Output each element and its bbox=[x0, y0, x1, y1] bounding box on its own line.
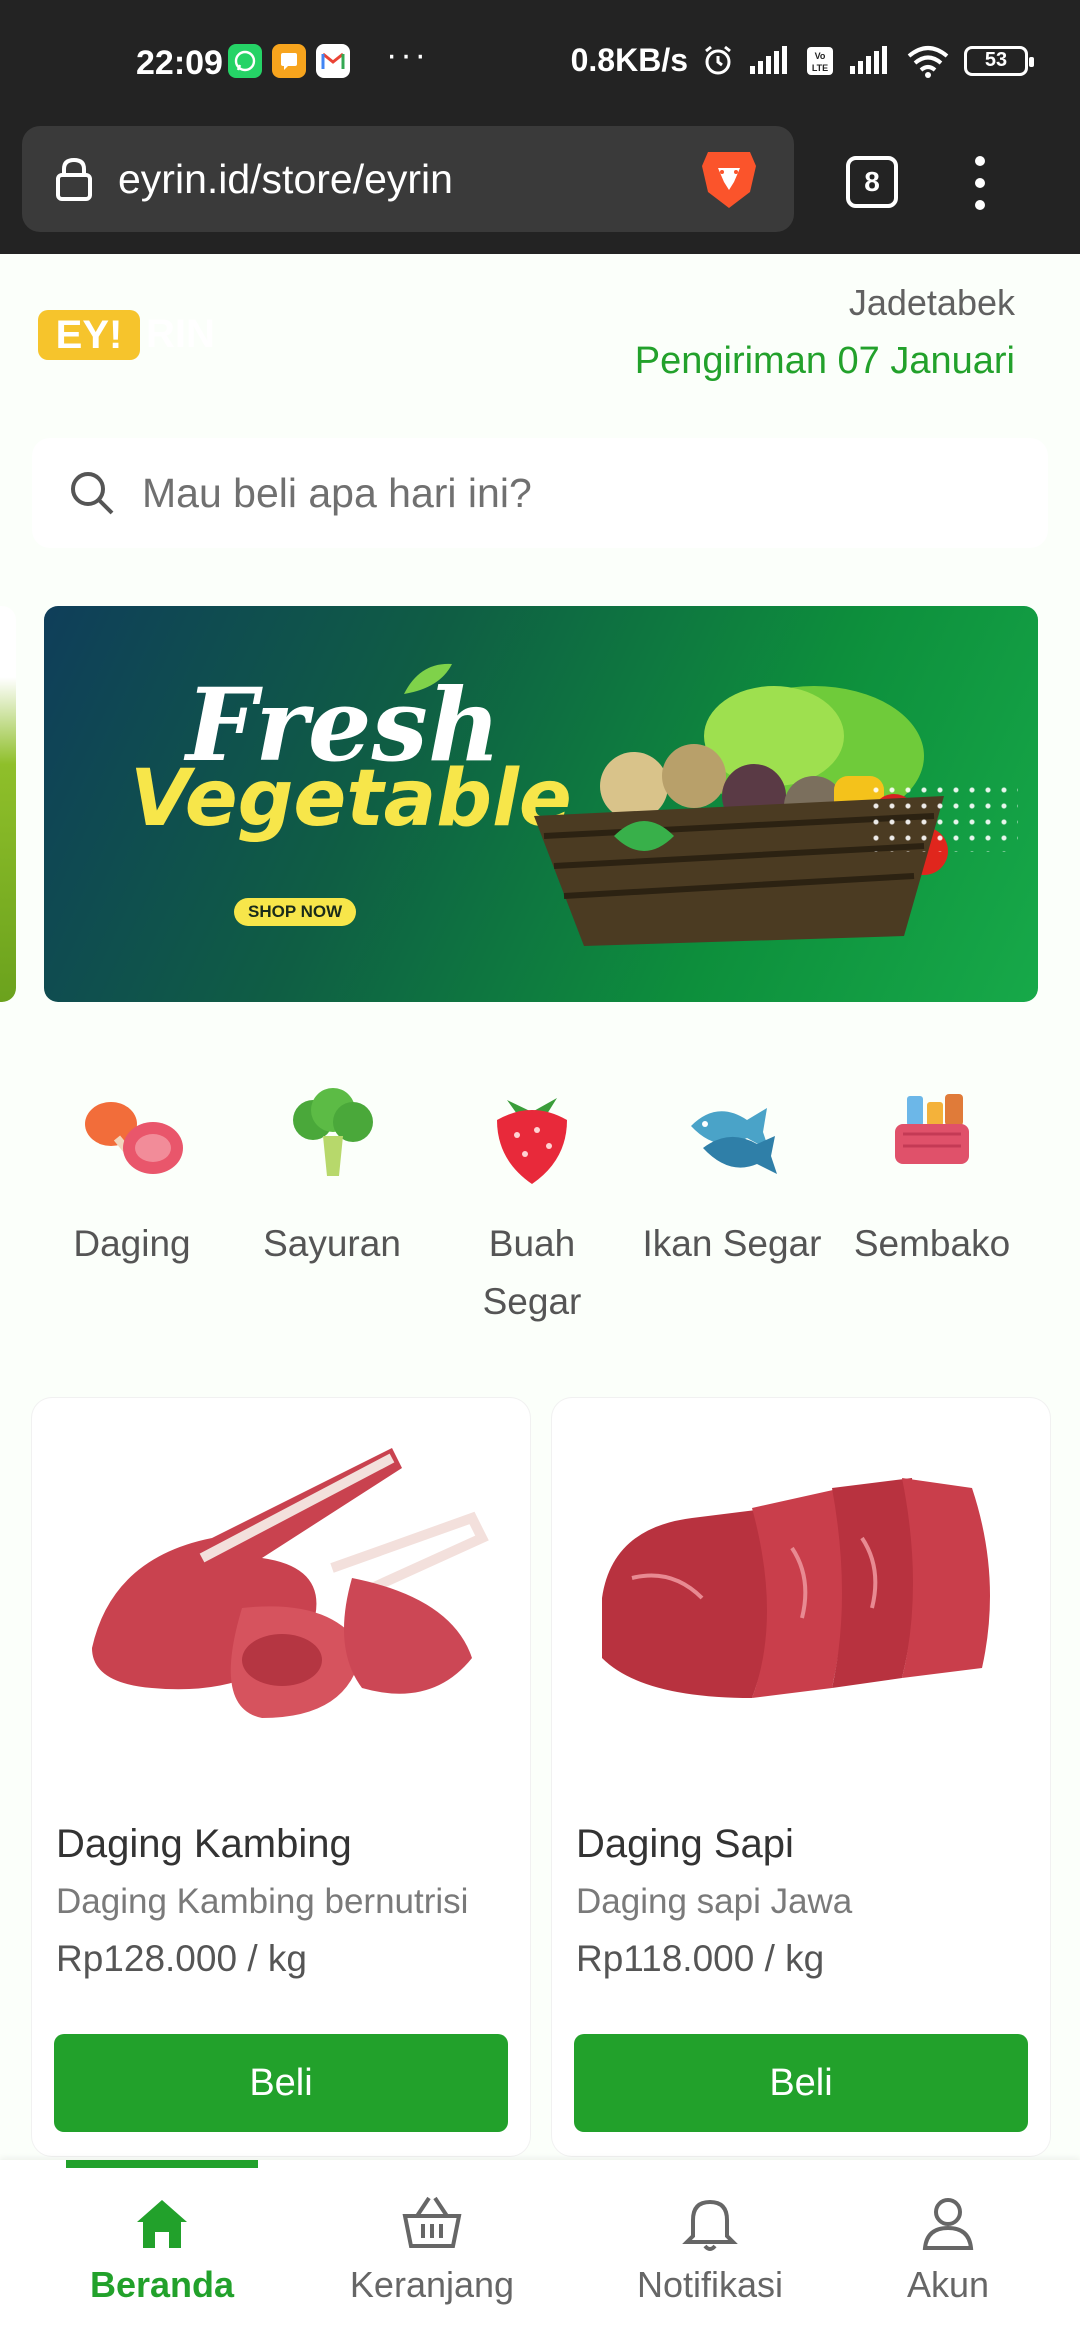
brave-lion-icon[interactable] bbox=[698, 146, 760, 212]
network-speed: 0.8KB/s bbox=[570, 42, 688, 78]
nav-label: Beranda bbox=[89, 2264, 235, 2305]
category-daging[interactable]: Daging bbox=[42, 1080, 222, 1273]
status-bar: 22:09 ··· 0.8KB/s Vo LTE 53 bbox=[0, 0, 1080, 126]
status-time: 22:09 bbox=[136, 44, 223, 82]
nav-akun[interactable]: Akun bbox=[838, 2192, 1058, 2306]
address-bar[interactable]: eyrin.id/store/eyrin bbox=[22, 126, 794, 232]
shop-now-button[interactable]: SHOP NOW bbox=[234, 898, 357, 926]
messages-icon bbox=[272, 44, 306, 78]
product-card-daging-sapi[interactable]: Daging Sapi Daging sapi Jawa Rp118.000 /… bbox=[552, 1398, 1050, 2156]
decorative-dots bbox=[868, 782, 1018, 852]
fish-icon bbox=[691, 1108, 777, 1174]
product-name: Daging Kambing bbox=[56, 1822, 352, 1866]
buy-button[interactable]: Beli bbox=[574, 2034, 1028, 2132]
buy-button[interactable]: Beli bbox=[54, 2034, 508, 2132]
nav-beranda[interactable]: Beranda bbox=[52, 2192, 272, 2306]
bell-icon bbox=[682, 2199, 738, 2251]
category-label: Daging bbox=[73, 1223, 191, 1264]
url-text: eyrin.id/store/eyrin bbox=[118, 155, 453, 202]
more-notifications-icon: ··· bbox=[386, 36, 429, 74]
delivery-date[interactable]: Pengiriman 07 Januari bbox=[635, 340, 1015, 383]
product-description: Daging sapi Jawa bbox=[576, 1882, 853, 1921]
strawberry-icon bbox=[497, 1098, 567, 1184]
category-sayuran[interactable]: Sayuran bbox=[242, 1080, 422, 1273]
user-icon bbox=[922, 2198, 974, 2250]
tab-switcher-button[interactable]: 8 bbox=[846, 156, 898, 208]
nav-keranjang[interactable]: Keranjang bbox=[322, 2192, 542, 2306]
nav-notifikasi[interactable]: Notifikasi bbox=[600, 2192, 820, 2306]
meat-icon bbox=[85, 1102, 183, 1174]
product-name: Daging Sapi bbox=[576, 1822, 794, 1866]
signal-2-icon bbox=[850, 45, 887, 74]
alarm-icon bbox=[705, 45, 731, 74]
eyrin-logo[interactable]: EY! bbox=[38, 310, 140, 360]
category-label: Ikan Segar bbox=[642, 1223, 822, 1264]
lamb-chops-image bbox=[92, 1448, 489, 1718]
product-description: Daging Kambing bernutrisi bbox=[56, 1882, 469, 1921]
svg-text:Vo: Vo bbox=[815, 51, 826, 61]
home-icon bbox=[137, 2200, 187, 2248]
bottom-navigation: Beranda Keranjang Notifikasi Akun bbox=[0, 2160, 1080, 2340]
nav-label: Akun bbox=[906, 2264, 990, 2305]
promo-banner[interactable]: Fresh Vegetable SHOP NOW bbox=[44, 606, 1038, 1002]
browser-toolbar: eyrin.id/store/eyrin 8 bbox=[0, 126, 1080, 254]
signal-icon bbox=[750, 45, 787, 74]
category-sembako[interactable]: Sembako bbox=[842, 1080, 1022, 1273]
banner-subtitle: Vegetable bbox=[130, 754, 572, 844]
volte-icon: Vo LTE bbox=[807, 46, 833, 75]
category-label: Sayuran bbox=[263, 1223, 401, 1264]
status-right: 0.8KB/s Vo LTE 53 bbox=[570, 42, 1034, 79]
whatsapp-icon bbox=[228, 44, 262, 78]
battery-icon: 53 bbox=[964, 45, 1034, 76]
category-ikan-segar[interactable]: Ikan Segar bbox=[642, 1080, 822, 1273]
category-label: Sembako bbox=[853, 1223, 1011, 1264]
logo-suffix: RIN bbox=[146, 312, 215, 356]
notification-icons bbox=[228, 44, 350, 78]
lock-icon bbox=[56, 157, 92, 201]
category-list: Daging Sayuran Buah Segar Ikan Segar Sem… bbox=[0, 1080, 1080, 1340]
browser-menu-button[interactable] bbox=[960, 150, 1000, 216]
nav-label: Notifikasi bbox=[636, 2264, 784, 2305]
product-price: Rp118.000 / kg bbox=[576, 1938, 825, 1979]
search-input[interactable] bbox=[140, 468, 1000, 518]
previous-banner-peek[interactable] bbox=[0, 606, 16, 1002]
beef-image bbox=[602, 1478, 990, 1698]
grocery-basket-icon bbox=[895, 1094, 969, 1164]
broccoli-icon bbox=[293, 1088, 373, 1176]
category-label: Buah Segar bbox=[482, 1223, 582, 1322]
search-icon bbox=[71, 472, 114, 515]
nav-label: Keranjang bbox=[349, 2264, 515, 2305]
product-price: Rp128.000 / kg bbox=[56, 1938, 307, 1979]
gmail-icon bbox=[316, 44, 350, 78]
active-tab-indicator bbox=[66, 2160, 258, 2168]
product-card-daging-kambing[interactable]: Daging Kambing Daging Kambing bernutrisi… bbox=[32, 1398, 530, 2156]
search-bar[interactable] bbox=[32, 438, 1048, 548]
svg-text:LTE: LTE bbox=[812, 63, 828, 73]
region-label[interactable]: Jadetabek bbox=[849, 282, 1015, 324]
basket-icon bbox=[402, 2196, 462, 2248]
leaf-icon bbox=[404, 663, 452, 694]
wifi-icon bbox=[907, 45, 949, 78]
category-buah-segar[interactable]: Buah Segar bbox=[442, 1080, 622, 1331]
